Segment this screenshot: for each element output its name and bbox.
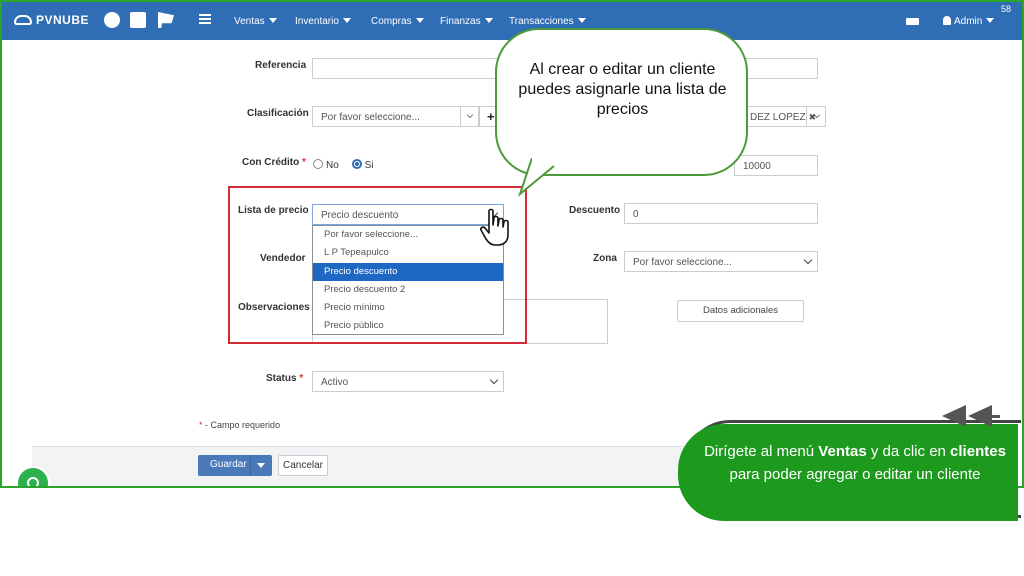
menu-finanzas[interactable]: Finanzas	[440, 16, 493, 27]
hand-pointer-icon	[480, 208, 509, 246]
descuento-input[interactable]: 0	[624, 203, 818, 224]
dashboard-pie-icon[interactable]	[104, 12, 120, 28]
dropdown-option[interactable]: L P Tepeapulco	[313, 244, 503, 262]
bubble-tail	[518, 158, 556, 197]
cancel-button[interactable]: Cancelar	[278, 455, 328, 476]
caret-down-icon	[342, 18, 351, 23]
dropdown-option[interactable]: Precio mínimo	[313, 299, 503, 317]
caret-down-icon	[268, 18, 277, 23]
caret-down-icon	[577, 18, 586, 23]
status-label: Status *	[266, 373, 304, 384]
chevron-down-icon	[489, 375, 499, 385]
radio-no[interactable]	[313, 159, 323, 169]
dropdown-option-selected[interactable]: Precio descuento	[313, 262, 503, 281]
top-navbar: PVNUBE Ventas Inventario Compras Finanza…	[2, 2, 1022, 40]
caret-down-icon	[257, 463, 265, 468]
user-menu[interactable]: Admin	[943, 16, 995, 27]
form-footer	[32, 446, 732, 486]
cloud-icon	[14, 15, 32, 25]
menu-ventas[interactable]: Ventas	[234, 16, 277, 27]
user-icon	[943, 16, 951, 25]
radio-si[interactable]	[351, 159, 362, 169]
save-options-button[interactable]	[250, 455, 272, 476]
required-note: * - Campo requerido	[199, 420, 281, 430]
logo[interactable]: PVNUBE	[14, 13, 89, 27]
store-icon[interactable]	[130, 12, 146, 28]
caret-down-icon	[415, 18, 424, 23]
caret-down-icon	[484, 18, 493, 23]
tag-select[interactable]: DEZ LOPEZ ✖	[742, 106, 826, 127]
logo-text: PVNUBE	[36, 13, 90, 27]
dropdown-option[interactable]: Por favor seleccione...	[313, 226, 503, 244]
callout-top-text: Al crear o editar un cliente puedes asig…	[518, 61, 727, 118]
dropdown-option[interactable]: Precio descuento 2	[313, 281, 503, 299]
dropdown-option[interactable]: Precio público	[313, 317, 503, 335]
callout-bubble-bottom: Dirígete al menú Ventas y da clic en cli…	[678, 424, 1018, 521]
referencia-input[interactable]	[312, 58, 502, 79]
callout-bottom-text: Dirígete al menú Ventas y da clic en cli…	[704, 443, 1006, 483]
callout-bubble-top: Al crear o editar un cliente puedes asig…	[495, 28, 748, 176]
checklist-icon[interactable]	[199, 14, 211, 26]
menu-transacciones[interactable]: Transacciones	[509, 16, 586, 27]
zona-label: Zona	[593, 253, 617, 264]
menu-inventario[interactable]: Inventario	[295, 16, 351, 27]
credito-radio-group: No Si	[313, 159, 373, 171]
save-button[interactable]: Guardar	[198, 455, 272, 476]
credit-limit-input[interactable]: 10000	[734, 155, 818, 176]
chevron-down-icon	[803, 255, 813, 265]
datos-adicionales-button[interactable]: Datos adicionales	[677, 300, 804, 322]
status-select[interactable]: Activo	[312, 371, 504, 392]
menu-compras[interactable]: Compras	[371, 16, 424, 27]
caret-down-icon	[986, 18, 995, 23]
clasificacion-label: Clasificación	[247, 108, 309, 119]
zona-select[interactable]: Por favor seleccione...	[624, 251, 818, 272]
laptop-icon[interactable]	[906, 18, 919, 25]
con-credito-label: Con Crédito *	[242, 157, 306, 168]
cart-icon[interactable]	[158, 12, 174, 28]
clasificacion-select[interactable]: Por favor seleccione...	[312, 106, 479, 127]
lista-precio-dropdown: Por favor seleccione... L P Tepeapulco P…	[312, 225, 504, 335]
referencia-label: Referencia	[255, 60, 307, 71]
rewind-icon	[942, 405, 1000, 427]
chevron-down-icon	[467, 112, 473, 118]
page-number: 58	[1001, 4, 1012, 14]
descuento-label: Descuento	[569, 205, 621, 216]
